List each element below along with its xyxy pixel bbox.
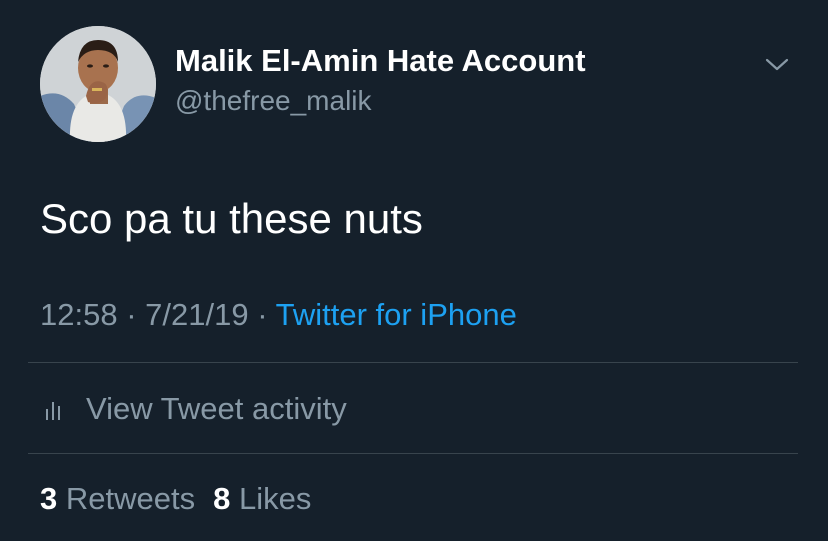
meta-separator: ·: [126, 297, 137, 332]
divider: [28, 453, 798, 454]
divider: [28, 362, 798, 363]
tweet-time[interactable]: 12:58: [40, 297, 118, 332]
profile-photo-icon: [40, 26, 156, 142]
tweet-text: Sco pa tu these nuts: [40, 195, 423, 242]
retweets-count: 3: [40, 481, 58, 516]
likes-link[interactable]: 8 Likes: [213, 481, 311, 516]
avatar[interactable]: [40, 26, 156, 142]
meta-separator: ·: [257, 297, 268, 332]
chevron-down-icon[interactable]: [762, 52, 792, 76]
tweet-meta: 12:58 · 7/21/19 · Twitter for iPhone: [40, 296, 517, 334]
view-activity-label: View Tweet activity: [86, 391, 347, 426]
likes-count: 8: [213, 481, 231, 516]
likes-label: Likes: [238, 481, 312, 516]
view-activity-button[interactable]: View Tweet activity: [44, 390, 347, 428]
bar-chart-icon: [46, 402, 60, 420]
author-display-name[interactable]: Malik El-Amin Hate Account: [175, 42, 586, 80]
tweet-source-link[interactable]: Twitter for iPhone: [276, 297, 517, 332]
retweets-link[interactable]: 3 Retweets: [40, 481, 195, 516]
retweets-label: Retweets: [65, 481, 196, 516]
author-handle[interactable]: @thefree_malik: [175, 84, 372, 118]
engagement-stats: 3 Retweets 8 Likes: [40, 480, 311, 518]
tweet-date[interactable]: 7/21/19: [145, 297, 248, 332]
